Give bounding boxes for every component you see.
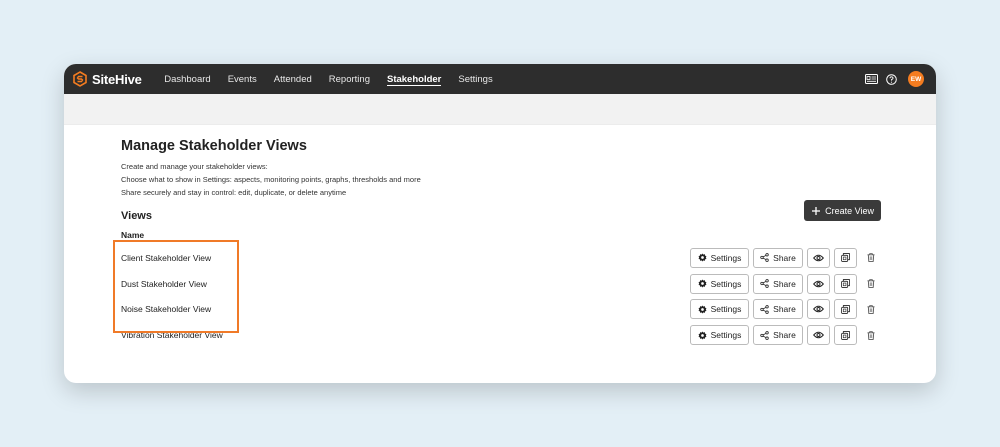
plus-icon [812, 206, 821, 215]
logo[interactable]: SiteHive [72, 71, 142, 87]
share-icon [760, 279, 769, 289]
gear-icon [698, 279, 707, 288]
view-row-vibration: Vibration Stakeholder View Settings Shar… [121, 322, 879, 348]
delete-button[interactable] [861, 325, 881, 345]
description-line: Share securely and stay in control: edit… [121, 188, 347, 197]
view-name[interactable]: Client Stakeholder View [121, 253, 211, 263]
delete-button[interactable] [861, 274, 881, 294]
view-name[interactable]: Dust Stakeholder View [121, 279, 207, 289]
nav-settings[interactable]: Settings [450, 64, 501, 94]
share-label: Share [773, 252, 796, 263]
nav-events[interactable]: Events [219, 64, 265, 94]
avatar[interactable]: EW [908, 71, 924, 87]
delete-button[interactable] [861, 299, 881, 319]
view-row-noise: Noise Stakeholder View Settings Share [121, 297, 879, 323]
id-card-icon[interactable] [864, 72, 878, 86]
settings-button[interactable]: Settings [690, 299, 749, 320]
trash-icon [867, 305, 875, 314]
view-button[interactable] [807, 325, 830, 346]
view-button[interactable] [807, 247, 830, 268]
page-title: Manage Stakeholder Views [121, 138, 307, 154]
top-right-controls: EW [864, 64, 924, 94]
help-icon[interactable] [884, 72, 898, 86]
duplicate-button[interactable] [834, 247, 857, 268]
nav-attended[interactable]: Attended [265, 64, 320, 94]
gear-icon [698, 305, 707, 314]
row-actions: Settings Share [690, 299, 881, 320]
settings-label: Settings [710, 304, 742, 315]
trash-icon [867, 279, 875, 289]
eye-icon [813, 306, 824, 313]
settings-button[interactable]: Settings [690, 273, 749, 294]
views-heading: Views [121, 210, 152, 222]
nav-reporting[interactable]: Reporting [320, 64, 378, 94]
create-view-label: Create View [825, 205, 874, 216]
logo-text: SiteHive [92, 71, 142, 87]
trash-icon [867, 253, 875, 263]
share-icon [760, 330, 769, 340]
create-view-button[interactable]: Create View [804, 200, 881, 221]
share-button[interactable]: Share [753, 247, 803, 268]
view-row-dust: Dust Stakeholder View Settings Share [121, 271, 879, 297]
main-content: Manage Stakeholder Views Create and mana… [64, 125, 936, 348]
sitehive-logo-icon [73, 71, 87, 87]
view-button[interactable] [807, 299, 830, 320]
name-column-header: Name [121, 230, 145, 240]
row-actions: Settings Share [690, 325, 881, 346]
top-navbar: SiteHive Dashboard Events Attended Repor… [64, 64, 936, 94]
view-button[interactable] [807, 273, 830, 294]
settings-label: Settings [710, 330, 742, 341]
views-list: Client Stakeholder View Settings Share D… [121, 245, 879, 348]
settings-label: Settings [710, 252, 742, 263]
main-nav: Dashboard Events Attended Reporting Stak… [156, 64, 502, 94]
gear-icon [698, 331, 707, 340]
share-icon [760, 253, 769, 263]
share-label: Share [773, 278, 796, 289]
copy-icon [841, 279, 850, 289]
sub-header [64, 94, 936, 125]
share-button[interactable]: Share [753, 299, 803, 320]
app-window: SiteHive Dashboard Events Attended Repor… [64, 64, 936, 383]
gear-icon [698, 253, 707, 262]
view-name[interactable]: Vibration Stakeholder View [121, 330, 223, 340]
row-actions: Settings Share [690, 273, 881, 294]
copy-icon [841, 253, 850, 263]
share-label: Share [773, 330, 796, 341]
copy-icon [841, 305, 850, 314]
settings-label: Settings [710, 278, 742, 289]
eye-icon [813, 280, 824, 287]
share-button[interactable]: Share [753, 325, 803, 346]
eye-icon [813, 254, 824, 262]
nav-stakeholder[interactable]: Stakeholder [378, 64, 449, 94]
share-icon [760, 305, 769, 314]
description-line: Choose what to show in Settings: aspects… [121, 175, 421, 184]
delete-button[interactable] [861, 248, 881, 268]
row-actions: Settings Share [690, 247, 881, 268]
view-name[interactable]: Noise Stakeholder View [121, 304, 211, 314]
duplicate-button[interactable] [834, 273, 857, 294]
share-button[interactable]: Share [753, 273, 803, 294]
eye-icon [813, 332, 824, 339]
share-label: Share [773, 304, 796, 315]
view-row-client: Client Stakeholder View Settings Share [121, 245, 879, 271]
settings-button[interactable]: Settings [690, 247, 749, 268]
nav-dashboard[interactable]: Dashboard [156, 64, 219, 94]
description-line: Create and manage your stakeholder views… [121, 162, 268, 171]
settings-button[interactable]: Settings [690, 325, 749, 346]
copy-icon [841, 330, 850, 340]
trash-icon [867, 330, 875, 340]
duplicate-button[interactable] [834, 325, 857, 346]
duplicate-button[interactable] [834, 299, 857, 320]
